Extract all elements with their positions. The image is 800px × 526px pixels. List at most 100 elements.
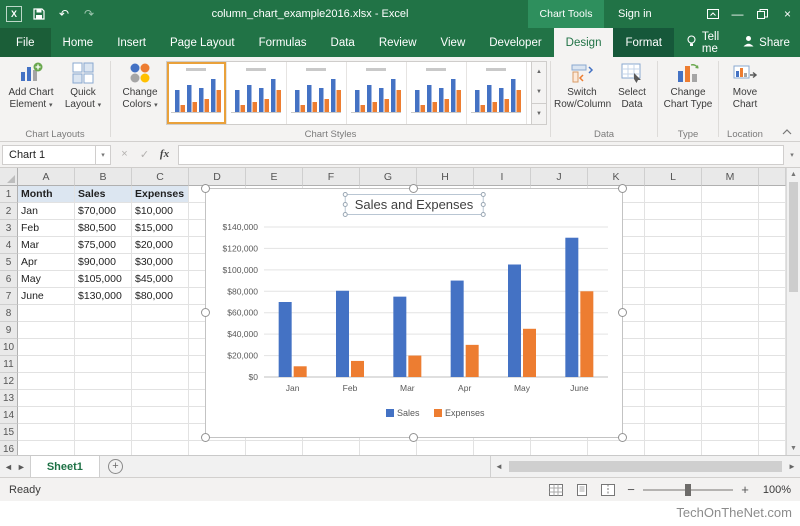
cell-C12[interactable] [132, 373, 189, 390]
cell-partial-10[interactable] [759, 339, 786, 356]
cell-C5[interactable]: $30,000 [132, 254, 189, 271]
cell-C2[interactable]: $10,000 [132, 203, 189, 220]
cell-F16[interactable] [303, 441, 360, 455]
zoom-slider-thumb[interactable] [685, 483, 691, 496]
cell-M11[interactable] [702, 356, 759, 373]
chart-style-thumbnail-6[interactable] [467, 62, 527, 124]
chart-selection-handle[interactable] [618, 308, 627, 317]
row-header-6[interactable]: 6 [0, 271, 18, 288]
sheet-nav-right-icon[interactable]: ► [17, 462, 26, 472]
bar-sales-may[interactable] [508, 264, 521, 378]
cell-B3[interactable]: $80,500 [75, 220, 132, 237]
column-header-M[interactable]: M [702, 168, 759, 186]
ribbon-display-options-icon[interactable] [700, 0, 725, 28]
cell-A3[interactable]: Feb [18, 220, 75, 237]
close-icon[interactable]: × [775, 0, 800, 28]
column-header-K[interactable]: K [588, 168, 645, 186]
column-header-J[interactable]: J [531, 168, 588, 186]
cell-D16[interactable] [189, 441, 246, 455]
cell-I16[interactable] [474, 441, 531, 455]
cell-M5[interactable] [702, 254, 759, 271]
cell-M14[interactable] [702, 407, 759, 424]
cell-A7[interactable]: June [18, 288, 75, 305]
chart-style-thumbnail-3[interactable] [287, 62, 347, 124]
chart-selection-handle[interactable] [618, 184, 627, 193]
row-header-2[interactable]: 2 [0, 203, 18, 220]
cell-B7[interactable]: $130,000 [75, 288, 132, 305]
cell-A2[interactable]: Jan [18, 203, 75, 220]
cell-B13[interactable] [75, 390, 132, 407]
scroll-down-icon[interactable]: ▼ [787, 442, 800, 455]
cell-C10[interactable] [132, 339, 189, 356]
quick-layout-button[interactable]: Quick Layout ▾ [59, 59, 107, 110]
select-data-button[interactable]: Select Data [610, 59, 654, 110]
row-header-16[interactable]: 16 [0, 441, 18, 455]
cell-M3[interactable] [702, 220, 759, 237]
cell-C7[interactable]: $80,000 [132, 288, 189, 305]
cell-M16[interactable] [702, 441, 759, 455]
cell-B4[interactable]: $75,000 [75, 237, 132, 254]
cancel-icon[interactable]: × [116, 148, 133, 161]
redo-icon[interactable]: ↷ [81, 6, 97, 22]
cell-M9[interactable] [702, 322, 759, 339]
page-layout-view-icon[interactable] [573, 482, 591, 498]
cell-A4[interactable]: Mar [18, 237, 75, 254]
zoom-slider[interactable] [643, 483, 733, 496]
row-header-11[interactable]: 11 [0, 356, 18, 373]
save-icon[interactable] [31, 6, 47, 22]
cell-partial-1[interactable] [759, 186, 786, 203]
insert-function-button[interactable]: fx [156, 148, 173, 161]
row-header-13[interactable]: 13 [0, 390, 18, 407]
cell-partial-9[interactable] [759, 322, 786, 339]
chart-style-thumbnail-1[interactable] [167, 62, 227, 124]
bar-sales-mar[interactable] [393, 296, 407, 377]
cell-M1[interactable] [702, 186, 759, 203]
cell-L3[interactable] [645, 220, 702, 237]
page-break-view-icon[interactable] [599, 482, 617, 498]
cell-B10[interactable] [75, 339, 132, 356]
column-header-L[interactable]: L [645, 168, 702, 186]
row-header-4[interactable]: 4 [0, 237, 18, 254]
cell-L16[interactable] [645, 441, 702, 455]
sheet-tab-sheet1[interactable]: Sheet1 [29, 456, 100, 477]
chart-selection-handle[interactable] [618, 433, 627, 442]
row-header-9[interactable]: 9 [0, 322, 18, 339]
title-selection-handle[interactable] [342, 201, 348, 207]
tab-view[interactable]: View [429, 28, 478, 57]
cell-A9[interactable] [18, 322, 75, 339]
cell-C13[interactable] [132, 390, 189, 407]
cell-L4[interactable] [645, 237, 702, 254]
cell-B11[interactable] [75, 356, 132, 373]
cell-L7[interactable] [645, 288, 702, 305]
cell-A13[interactable] [18, 390, 75, 407]
cell-partial-2[interactable] [759, 203, 786, 220]
cell-M12[interactable] [702, 373, 759, 390]
chart[interactable]: Sales and Expenses $0 $20,000 $40,000 $60,0… [201, 184, 627, 442]
cell-A10[interactable] [18, 339, 75, 356]
formula-input[interactable] [178, 144, 784, 165]
cell-A12[interactable] [18, 373, 75, 390]
normal-view-icon[interactable] [547, 482, 565, 498]
cell-partial-7[interactable] [759, 288, 786, 305]
cell-B16[interactable] [75, 441, 132, 455]
cell-M7[interactable] [702, 288, 759, 305]
cell-C11[interactable] [132, 356, 189, 373]
legend-swatch-sales[interactable] [386, 409, 394, 417]
legend-label-sales[interactable]: Sales [397, 408, 420, 418]
tab-developer[interactable]: Developer [477, 28, 553, 57]
bar-expenses-may[interactable] [523, 328, 536, 377]
column-header-I[interactable]: I [474, 168, 531, 186]
bar-sales-june[interactable] [565, 237, 579, 377]
chart-title[interactable]: Sales and Expenses [342, 192, 486, 217]
gallery-scroll-down-icon[interactable]: ▼ [532, 82, 546, 102]
name-box-dropdown-icon[interactable]: ▾ [96, 144, 111, 165]
cell-partial-16[interactable] [759, 441, 786, 455]
cell-A14[interactable] [18, 407, 75, 424]
cell-L6[interactable] [645, 271, 702, 288]
zoom-level[interactable]: 100% [759, 484, 791, 496]
cell-partial-11[interactable] [759, 356, 786, 373]
bar-sales-apr[interactable] [450, 280, 464, 377]
cell-B14[interactable] [75, 407, 132, 424]
cell-L10[interactable] [645, 339, 702, 356]
cell-C6[interactable]: $45,000 [132, 271, 189, 288]
